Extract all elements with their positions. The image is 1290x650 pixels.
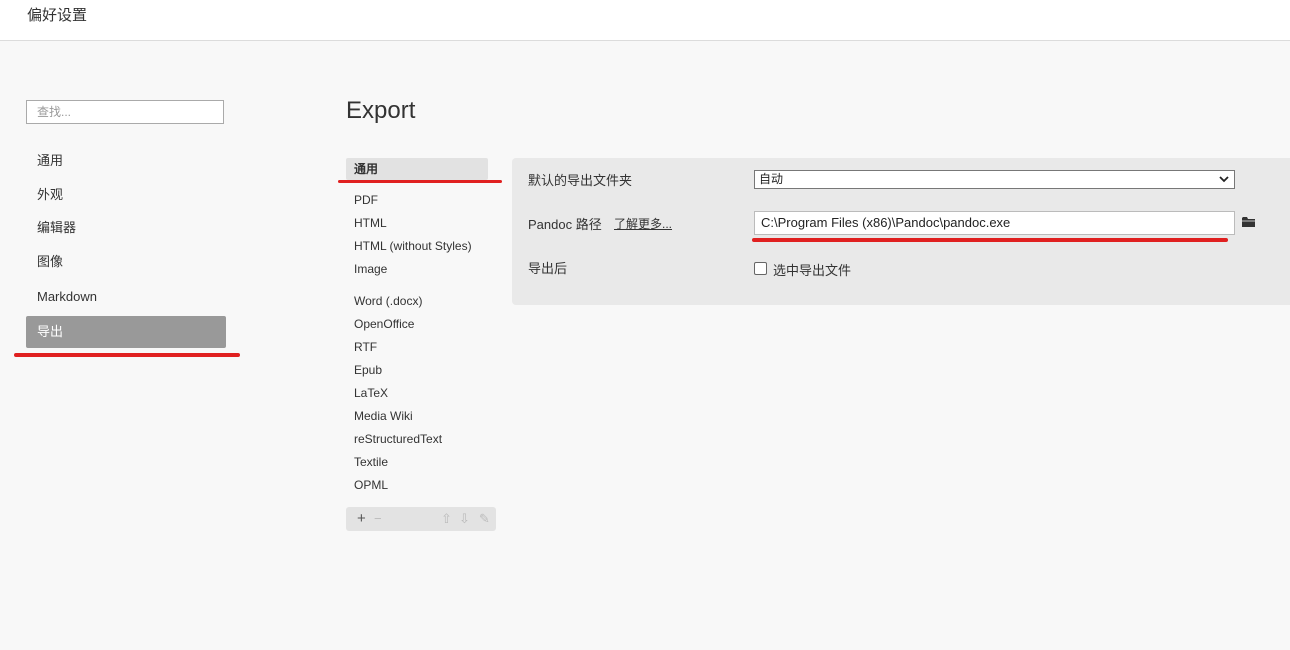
select-exported-label[interactable]: 选中导出文件 — [773, 260, 851, 279]
format-item-general[interactable]: 通用 — [346, 158, 488, 180]
format-item-latex[interactable]: LaTeX — [346, 382, 488, 404]
export-folder-value: 自动 — [759, 172, 784, 186]
format-item-textile[interactable]: Textile — [346, 451, 488, 473]
page-title: Export — [346, 97, 416, 124]
highlight-underline-format — [338, 180, 502, 183]
chevron-down-icon — [1219, 171, 1229, 193]
folder-icon[interactable] — [1242, 215, 1256, 227]
format-item-pdf[interactable]: PDF — [346, 189, 488, 211]
export-folder-label: 默认的导出文件夹 — [528, 173, 633, 188]
move-up-button[interactable]: ⇧ — [441, 509, 452, 529]
sidebar-item-export[interactable]: 导出 — [26, 316, 226, 348]
format-item-openoffice[interactable]: OpenOffice — [346, 313, 488, 335]
sidebar-item-editor[interactable]: 编辑器 — [26, 212, 226, 244]
export-folder-select[interactable]: 自动 — [754, 170, 1235, 189]
format-item-word[interactable]: Word (.docx) — [346, 290, 488, 312]
edit-button[interactable]: ✎ — [479, 509, 490, 529]
highlight-underline-sidebar — [14, 353, 240, 357]
pandoc-path-input[interactable]: C:\Program Files (x86)\Pandoc\pandoc.exe — [754, 211, 1235, 235]
format-item-html[interactable]: HTML — [346, 212, 488, 234]
format-toolbar: + − ⇧ ⇩ ✎ — [346, 507, 496, 531]
sidebar-item-image[interactable]: 图像 — [26, 246, 226, 278]
format-item-mediawiki[interactable]: Media Wiki — [346, 405, 488, 427]
search-input[interactable] — [26, 100, 224, 124]
format-item-epub[interactable]: Epub — [346, 359, 488, 381]
pandoc-path-value: C:\Program Files (x86)\Pandoc\pandoc.exe — [761, 215, 1011, 230]
remove-button[interactable]: − — [374, 509, 382, 529]
format-item-restructuredtext[interactable]: reStructuredText — [346, 428, 488, 450]
add-button[interactable]: + — [357, 509, 366, 529]
format-item-html-no-styles[interactable]: HTML (without Styles) — [346, 235, 488, 257]
window-title: 偏好设置 — [27, 7, 88, 24]
move-down-button[interactable]: ⇩ — [459, 509, 470, 529]
highlight-underline-pandoc — [752, 238, 1228, 242]
learn-more-link[interactable]: 了解更多... — [614, 215, 672, 232]
format-item-rtf[interactable]: RTF — [346, 336, 488, 358]
pandoc-path-label: Pandoc 路径 — [528, 217, 602, 232]
after-export-label: 导出后 — [528, 261, 568, 276]
title-bar: 偏好设置 — [0, 0, 1290, 41]
sidebar-item-appearance[interactable]: 外观 — [26, 179, 226, 211]
format-item-image[interactable]: Image — [346, 258, 488, 280]
sidebar-item-general[interactable]: 通用 — [26, 145, 226, 177]
format-item-opml[interactable]: OPML — [346, 474, 488, 496]
select-exported-checkbox[interactable] — [754, 262, 767, 275]
sidebar-item-markdown[interactable]: Markdown — [26, 281, 226, 313]
